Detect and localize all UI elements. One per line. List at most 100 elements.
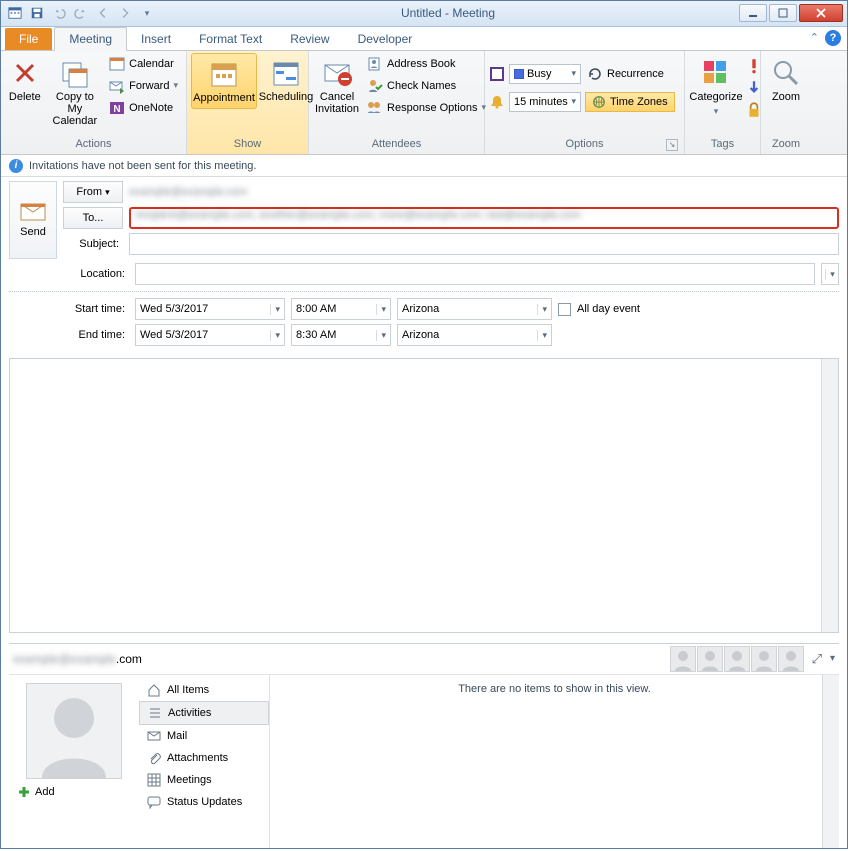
onenote-button[interactable]: NOneNote: [105, 97, 182, 119]
avatar-icon[interactable]: [724, 646, 750, 672]
end-tz-combo[interactable]: Arizona▾: [397, 324, 552, 346]
previous-icon[interactable]: [93, 3, 113, 23]
nav-all-items[interactable]: All Items: [139, 679, 269, 701]
subject-field[interactable]: [129, 233, 839, 255]
file-tab[interactable]: File: [5, 28, 52, 50]
people-nav: All Items Activities Mail Attachments Me…: [139, 675, 269, 848]
location-dropdown[interactable]: ▾: [821, 263, 839, 285]
copy-to-calendar-button[interactable]: Copy to My Calendar: [47, 53, 104, 131]
reminder-icon: [489, 94, 505, 110]
empty-message: There are no items to show in this view.: [270, 675, 839, 695]
grid-icon: [147, 773, 161, 787]
minimize-button[interactable]: [739, 4, 767, 22]
help-icon[interactable]: ?: [825, 30, 841, 46]
expand-people-icon[interactable]: ⤢: [812, 651, 822, 667]
calendar-small-icon: [109, 56, 125, 72]
qat-customize-icon[interactable]: ▾: [137, 3, 157, 23]
nav-activities[interactable]: Activities: [139, 701, 269, 725]
scheduling-button[interactable]: Scheduling: [259, 53, 313, 107]
recurrence-button[interactable]: Recurrence: [585, 63, 666, 85]
titlebar: ▾ Untitled - Meeting: [1, 1, 847, 27]
nav-status-updates[interactable]: Status Updates: [139, 791, 269, 813]
time-zones-button[interactable]: Time Zones: [585, 92, 675, 112]
save-icon[interactable]: [27, 3, 47, 23]
tab-insert[interactable]: Insert: [127, 28, 185, 50]
start-date-combo[interactable]: Wed 5/3/2017▾: [135, 298, 285, 320]
info-bar: i Invitations have not been sent for thi…: [1, 155, 847, 177]
next-icon[interactable]: [115, 3, 135, 23]
nav-attachments[interactable]: Attachments: [139, 747, 269, 769]
end-time-combo[interactable]: 8:30 AM▾: [291, 324, 391, 346]
avatar-icon[interactable]: [670, 646, 696, 672]
mail-icon: [147, 729, 161, 743]
start-time-combo[interactable]: 8:00 AM▾: [291, 298, 391, 320]
tab-meeting[interactable]: Meeting: [54, 27, 127, 51]
people-email: example@example.com: [13, 652, 142, 666]
calendar-button[interactable]: Calendar: [105, 53, 182, 75]
nav-meetings[interactable]: Meetings: [139, 769, 269, 791]
check-names-button[interactable]: Check Names: [363, 75, 490, 97]
all-day-checkbox[interactable]: [558, 303, 571, 316]
cancel-invitation-button[interactable]: Cancel Invitation: [313, 53, 361, 119]
calendar-icon[interactable]: [5, 3, 25, 23]
show-as-combo[interactable]: Busy▾: [509, 64, 581, 84]
group-actions-label: Actions: [5, 138, 182, 154]
copy-calendar-icon: [59, 57, 91, 89]
location-field[interactable]: [135, 263, 815, 285]
ribbon-tabs: File Meeting Insert Format Text Review D…: [1, 27, 847, 51]
add-contact-button[interactable]: Add: [17, 785, 55, 799]
collapse-people-icon[interactable]: ▾: [830, 653, 835, 664]
scheduling-icon: [270, 57, 302, 89]
all-day-label: All day event: [577, 303, 640, 315]
appointment-button[interactable]: Appointment: [191, 53, 257, 109]
redo-icon[interactable]: [71, 3, 91, 23]
maximize-button[interactable]: [769, 4, 797, 22]
recurrence-icon: [587, 66, 603, 82]
group-options-label: Options↘: [489, 138, 680, 154]
to-button[interactable]: To...: [63, 207, 123, 229]
forward-button[interactable]: Forward▾: [105, 75, 182, 97]
undo-icon[interactable]: [49, 3, 69, 23]
message-body[interactable]: [9, 358, 839, 633]
people-scrollbar[interactable]: [822, 675, 839, 848]
group-zoom-label: Zoom: [765, 138, 807, 154]
nav-mail[interactable]: Mail: [139, 725, 269, 747]
window-controls: [739, 4, 843, 22]
show-as-icon: [489, 66, 505, 82]
to-field[interactable]: recipient@example.com; another@example.c…: [129, 207, 839, 229]
send-button[interactable]: Send: [9, 181, 57, 259]
from-button[interactable]: From ▾: [63, 181, 123, 203]
delete-button[interactable]: Delete: [5, 53, 45, 107]
tab-developer[interactable]: Developer: [344, 28, 427, 50]
avatar-icon[interactable]: [751, 646, 777, 672]
attendee-avatars: [670, 646, 804, 672]
home-icon: [147, 683, 161, 697]
paperclip-icon: [147, 751, 161, 765]
appointment-icon: [208, 58, 240, 90]
tab-format-text[interactable]: Format Text: [185, 28, 276, 50]
info-icon: i: [9, 159, 23, 173]
avatar-icon[interactable]: [697, 646, 723, 672]
meeting-form: Send From ▾ example@example.com To... re…: [1, 177, 847, 354]
send-icon: [19, 202, 47, 222]
avatar-icon[interactable]: [778, 646, 804, 672]
response-options-button[interactable]: Response Options▾: [363, 97, 490, 119]
meeting-window: ▾ Untitled - Meeting File Meeting Insert…: [0, 0, 848, 849]
minimize-ribbon-icon[interactable]: ⌃: [810, 31, 819, 44]
close-button[interactable]: [799, 4, 843, 22]
list-icon: [148, 706, 162, 720]
address-book-button[interactable]: Address Book: [363, 53, 490, 75]
body-scrollbar[interactable]: [821, 359, 838, 632]
zoom-button[interactable]: Zoom: [765, 53, 807, 107]
plus-icon: [17, 785, 31, 799]
ribbon: Delete Copy to My Calendar Calendar Forw…: [1, 51, 847, 156]
start-time-label: Start time:: [69, 303, 129, 315]
tab-review[interactable]: Review: [276, 28, 343, 50]
start-tz-combo[interactable]: Arizona▾: [397, 298, 552, 320]
end-date-combo[interactable]: Wed 5/3/2017▾: [135, 324, 285, 346]
contact-photo: [26, 683, 122, 779]
categorize-button[interactable]: Categorize▾: [689, 53, 743, 121]
reminder-combo[interactable]: 15 minutes▾: [509, 92, 581, 112]
options-dialog-launcher[interactable]: ↘: [666, 139, 678, 151]
svg-text:N: N: [114, 104, 121, 115]
